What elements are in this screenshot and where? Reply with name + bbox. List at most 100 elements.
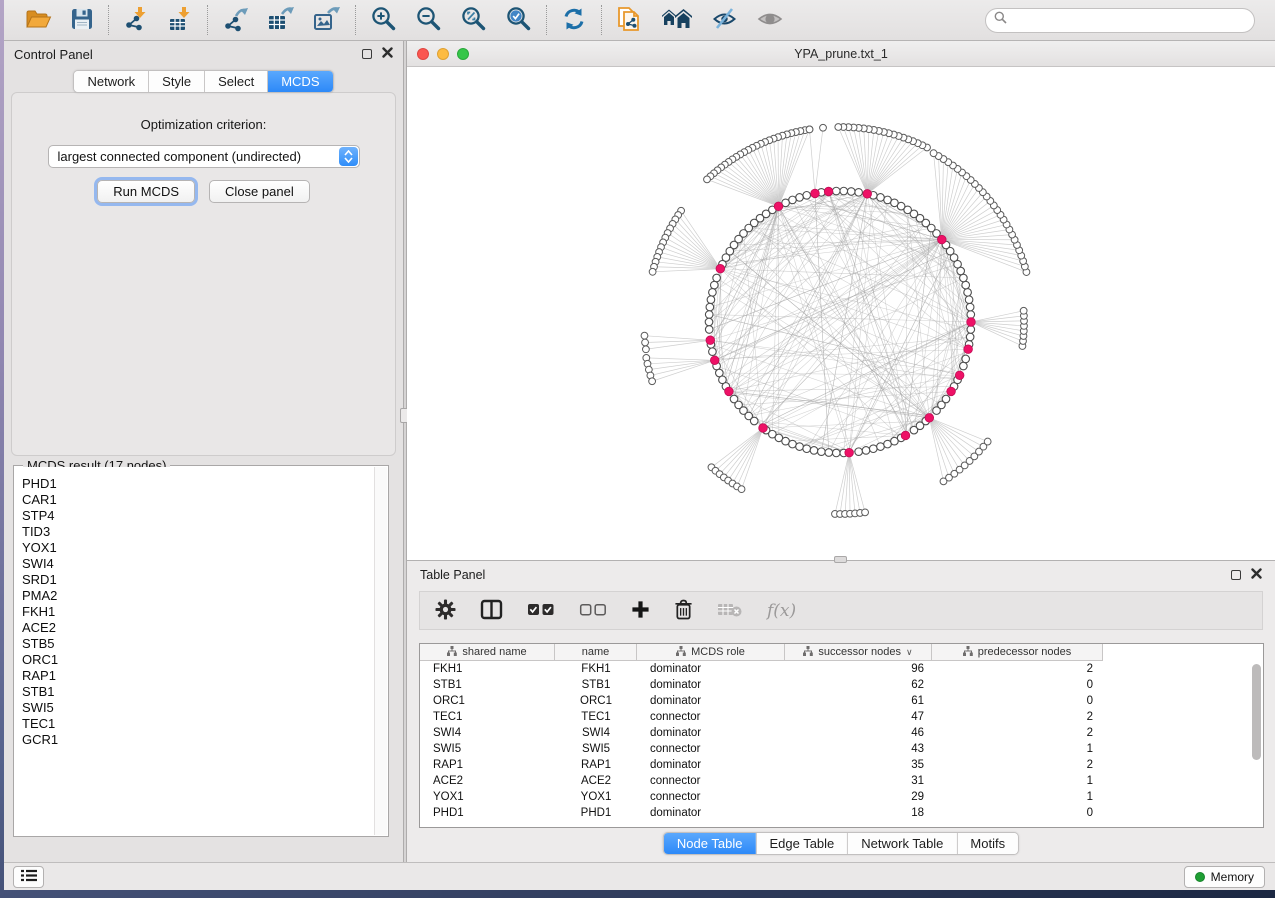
table-row[interactable]: SWI4SWI4dominator462 — [420, 725, 1263, 741]
export-network-button[interactable] — [222, 6, 249, 35]
table-row[interactable]: YOX1YOX1connector291 — [420, 789, 1263, 805]
zoom-fit-button[interactable] — [460, 5, 487, 35]
show-columns-button[interactable] — [480, 599, 503, 623]
table-row[interactable]: TEC1TEC1connector472 — [420, 709, 1263, 725]
zoom-in-button[interactable] — [370, 5, 397, 35]
network-canvas[interactable] — [407, 67, 1275, 560]
network-view-window: YPA_prune.txt_1 — [407, 41, 1275, 560]
mcds-node-item[interactable]: STP4 — [15, 508, 374, 524]
table-row[interactable]: PHD1PHD1dominator180 — [420, 805, 1263, 821]
tab-select[interactable]: Select — [204, 71, 267, 92]
column-header-mcds-role[interactable]: MCDS role — [637, 644, 785, 660]
mcds-node-item[interactable]: GCR1 — [15, 732, 374, 748]
view-group — [601, 5, 798, 35]
import-table-button[interactable] — [167, 6, 193, 35]
select-all-rows-button[interactable] — [527, 602, 555, 620]
tab-style[interactable]: Style — [148, 71, 204, 92]
tab-network-table[interactable]: Network Table — [847, 833, 956, 854]
mcds-node-item[interactable]: YOX1 — [15, 540, 374, 556]
refresh-icon — [561, 6, 587, 35]
mcds-node-item[interactable]: STB5 — [15, 636, 374, 652]
mcds-result-list: PHD1CAR1STP4TID3YOX1SWI4SRD1PMA2FKH1ACE2… — [15, 467, 374, 835]
main-toolbar — [4, 0, 1275, 41]
refresh-button[interactable] — [561, 6, 587, 35]
export-table-button[interactable] — [267, 6, 295, 35]
deselect-all-rows-button[interactable] — [579, 602, 607, 620]
open-network-file-button[interactable] — [616, 4, 643, 37]
mcds-node-item[interactable]: FKH1 — [15, 604, 374, 620]
table-tabs: Node TableEdge TableNetwork TableMotifs — [663, 832, 1019, 855]
save-session-button[interactable] — [70, 7, 94, 34]
float-table-panel-icon[interactable] — [1231, 570, 1241, 580]
tab-mcds[interactable]: MCDS — [267, 71, 332, 92]
export-network-icon — [222, 6, 249, 35]
mcds-node-item[interactable]: SWI4 — [15, 556, 374, 572]
close-panel-icon[interactable] — [382, 45, 393, 63]
column-header-shared-name[interactable]: shared name — [420, 644, 555, 660]
table-row[interactable]: STB1STB1dominator620 — [420, 677, 1263, 693]
close-table-panel-icon[interactable] — [1251, 566, 1262, 584]
table-row[interactable]: SWI5SWI5connector431 — [420, 741, 1263, 757]
control-panel: Control Panel NetworkStyleSelectMCDS Opt… — [4, 41, 403, 862]
plus-icon — [631, 600, 650, 622]
run-mcds-button[interactable]: Run MCDS — [97, 180, 195, 203]
table-row[interactable]: RAP1RAP1dominator352 — [420, 757, 1263, 773]
mcds-node-item[interactable]: ACE2 — [15, 620, 374, 636]
table-row[interactable]: ACE2ACE2connector311 — [420, 773, 1263, 789]
birds-eye-view-button[interactable] — [756, 7, 784, 34]
table-scrollbar[interactable] — [1252, 646, 1261, 825]
tab-network[interactable]: Network — [74, 71, 148, 92]
zoom-selected-button[interactable] — [505, 5, 532, 35]
refresh-group — [546, 5, 601, 35]
column-header-name[interactable]: name — [555, 644, 637, 660]
session-group — [10, 5, 108, 35]
table-row[interactable]: FKH1FKH1dominator962 — [420, 661, 1263, 677]
table-divider-handle[interactable] — [834, 556, 847, 563]
mcds-node-item[interactable]: STB1 — [15, 684, 374, 700]
zoom-out-button[interactable] — [415, 5, 442, 35]
status-bar: Memory — [4, 862, 1275, 890]
delete-table-button[interactable] — [717, 601, 743, 621]
mcds-node-item[interactable]: PMA2 — [15, 588, 374, 604]
hide-graphics-details-button[interactable] — [711, 5, 738, 35]
import-table-icon — [167, 6, 193, 35]
tab-edge-table[interactable]: Edge Table — [755, 833, 847, 854]
import-network-button[interactable] — [123, 6, 149, 35]
home-button[interactable] — [661, 7, 693, 33]
memory-button[interactable]: Memory — [1184, 866, 1265, 888]
export-image-button[interactable] — [313, 6, 341, 35]
mcds-result-box: MCDS result (17 nodes) PHD1CAR1STP4TID3Y… — [13, 465, 389, 837]
mcds-node-item[interactable]: TEC1 — [15, 716, 374, 732]
function-builder-button[interactable]: f(x) — [767, 601, 796, 621]
column-header-predecessor-nodes[interactable]: predecessor nodes — [932, 644, 1103, 660]
table-toolbar: f(x) — [419, 591, 1263, 630]
table-row[interactable]: ORC1ORC1dominator610 — [420, 693, 1263, 709]
node-table-body: FKH1FKH1dominator962STB1STB1dominator620… — [420, 661, 1263, 821]
search-input[interactable] — [1012, 13, 1246, 27]
mcds-node-item[interactable]: SRD1 — [15, 572, 374, 588]
table-panel: Table Panel — [407, 560, 1275, 862]
mcds-node-item[interactable]: PHD1 — [15, 476, 374, 492]
add-column-button[interactable] — [631, 600, 650, 622]
tab-motifs[interactable]: Motifs — [956, 833, 1018, 854]
network-window-titlebar: YPA_prune.txt_1 — [407, 41, 1275, 67]
mcds-node-item[interactable]: ORC1 — [15, 652, 374, 668]
home-icon — [661, 7, 693, 33]
column-header-successor-nodes[interactable]: successor nodes ∨ — [785, 644, 932, 660]
close-panel-button[interactable]: Close panel — [209, 180, 310, 203]
mcds-node-item[interactable]: SWI5 — [15, 700, 374, 716]
mcds-node-item[interactable]: CAR1 — [15, 492, 374, 508]
task-history-button[interactable] — [13, 866, 44, 888]
float-panel-icon[interactable] — [362, 49, 372, 59]
mcds-node-item[interactable]: RAP1 — [15, 668, 374, 684]
table-settings-button[interactable] — [435, 599, 456, 623]
open-session-button[interactable] — [24, 7, 52, 33]
tab-node-table[interactable]: Node Table — [664, 833, 756, 854]
column-type-icon — [803, 646, 813, 659]
mcds-list-scrollbar[interactable] — [374, 467, 387, 835]
memory-label: Memory — [1211, 870, 1254, 884]
delete-column-button[interactable] — [674, 599, 693, 623]
mcds-node-item[interactable]: TID3 — [15, 524, 374, 540]
criterion-dropdown[interactable]: largest connected component (undirected) — [48, 145, 360, 168]
table-scrollbar-thumb[interactable] — [1252, 664, 1261, 760]
